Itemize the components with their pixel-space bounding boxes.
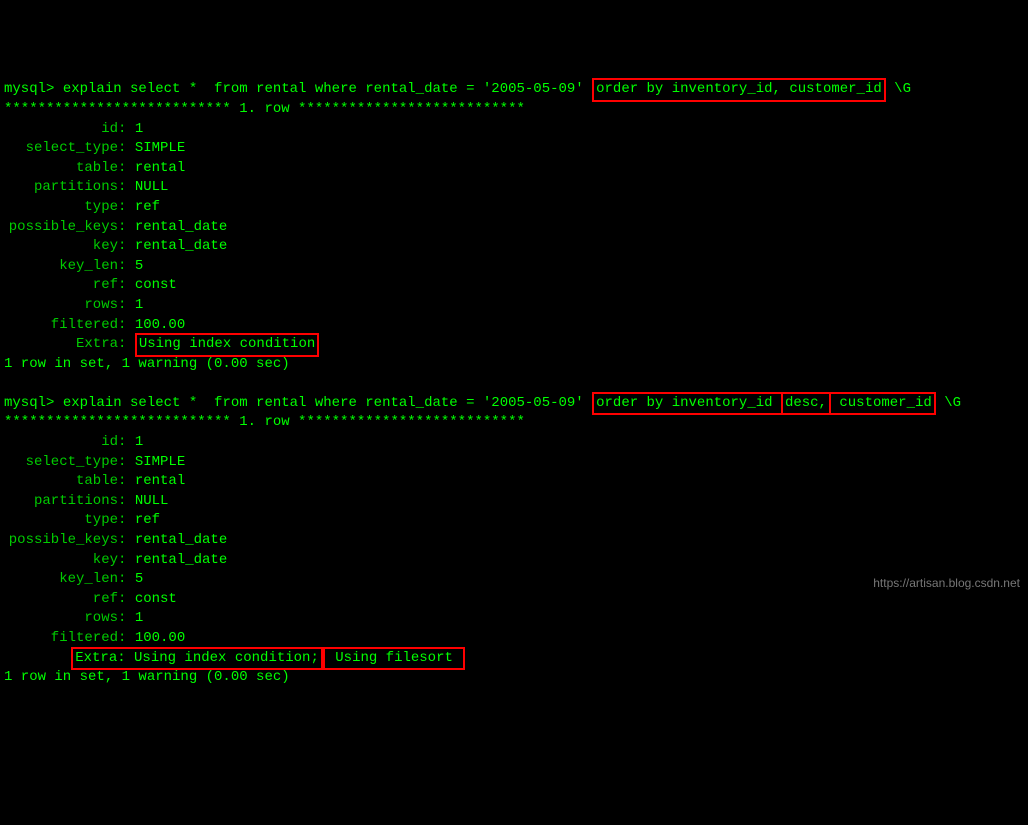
highlight-extra-2a: Extra: Using index condition; [71, 647, 323, 671]
result-row: ref: const [4, 276, 1024, 296]
status-line-1: 1 row in set, 1 warning (0.00 sec) [4, 355, 1024, 375]
highlight-order-by-2: order by inventory_id desc, customer_id [592, 392, 936, 416]
extra-row-1: Extra: Using index condition [4, 335, 1024, 355]
result-row: select_type: SIMPLE [4, 453, 1024, 473]
result-row: key_len: 5 [4, 570, 1024, 590]
terminal-output: mysql> explain select * from rental wher… [4, 80, 1024, 687]
mysql-prompt: mysql> [4, 395, 54, 411]
result-row: possible_keys: rental_date [4, 218, 1024, 238]
result-row: partitions: NULL [4, 178, 1024, 198]
result-row: partitions: NULL [4, 492, 1024, 512]
mysql-query-line-1: mysql> explain select * from rental wher… [4, 80, 1024, 100]
result-row: id: 1 [4, 433, 1024, 453]
result-row: type: ref [4, 198, 1024, 218]
result-row: key: rental_date [4, 551, 1024, 571]
highlight-extra-1: Using index condition [135, 333, 319, 357]
result-row: type: ref [4, 511, 1024, 531]
result-row: id: 1 [4, 120, 1024, 140]
result-row: key_len: 5 [4, 257, 1024, 277]
result-row: rows: 1 [4, 609, 1024, 629]
watermark-text: https://artisan.blog.csdn.net [873, 575, 1020, 592]
mysql-query-line-2: mysql> explain select * from rental wher… [4, 394, 1024, 414]
highlight-desc: desc, [781, 392, 831, 416]
result-row: key: rental_date [4, 237, 1024, 257]
row-separator-1: *************************** 1. row *****… [4, 100, 1024, 120]
highlight-order-by-1: order by inventory_id, customer_id [592, 78, 886, 102]
result-row: possible_keys: rental_date [4, 531, 1024, 551]
result-row: select_type: SIMPLE [4, 139, 1024, 159]
result-row: rows: 1 [4, 296, 1024, 316]
extra-row-2: Extra: Using index condition; Using file… [4, 649, 1024, 669]
row-separator-2: *************************** 1. row *****… [4, 413, 1024, 433]
result-row: table: rental [4, 159, 1024, 179]
result-row: table: rental [4, 472, 1024, 492]
highlight-extra-2b: Using filesort [323, 647, 465, 671]
status-line-2: 1 row in set, 1 warning (0.00 sec) [4, 668, 1024, 688]
mysql-prompt: mysql> [4, 81, 54, 97]
